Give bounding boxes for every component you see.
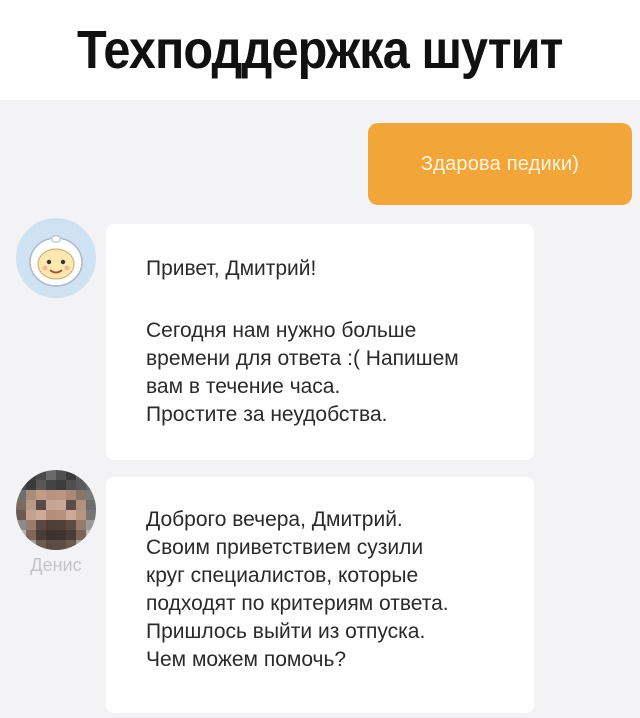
bot-greeting: Привет, Дмитрий! xyxy=(146,257,317,280)
agent-message-line: Чем можем помочь? xyxy=(146,648,347,671)
bot-message-line: вам в течение часа. xyxy=(146,375,341,398)
agent-name: Денис xyxy=(30,555,82,575)
agent-message-bubble[interactable]: Доброго вечера, Дмитрий. Своим приветств… xyxy=(106,477,534,713)
chat-window: Здарова педики) Привет, Дмитрий! Сегодня… xyxy=(0,100,640,718)
astronaut-avatar-icon[interactable] xyxy=(16,218,96,298)
bot-message-line: Сегодня нам нужно больше xyxy=(146,319,417,342)
meme-title: Техподдержка шутит xyxy=(77,20,563,80)
bot-message-line: Простите за неудобства. xyxy=(146,403,388,426)
agent-message-line: Доброго вечера, Дмитрий. xyxy=(146,508,403,531)
avatar-pixels xyxy=(16,470,96,550)
outgoing-message-bubble[interactable]: Здарова педики) xyxy=(368,123,632,205)
meme-header: Техподдержка шутит xyxy=(0,0,640,100)
bot-message-bubble[interactable]: Привет, Дмитрий! Сегодня нам нужно больш… xyxy=(106,224,534,460)
agent-message-line: Пришлось выйти из отпуска. xyxy=(146,620,426,643)
outgoing-message-text: Здарова педики) xyxy=(420,152,580,175)
agent-message-line: подходят по критериям ответа. xyxy=(146,592,449,615)
bot-message-line: времени для ответа :( Напишем xyxy=(146,347,459,370)
agent-message-line: Своим приветствием сузили xyxy=(146,536,424,559)
pixelated-face-avatar[interactable] xyxy=(16,470,96,550)
agent-message-line: круг специалистов, которые xyxy=(146,564,419,587)
